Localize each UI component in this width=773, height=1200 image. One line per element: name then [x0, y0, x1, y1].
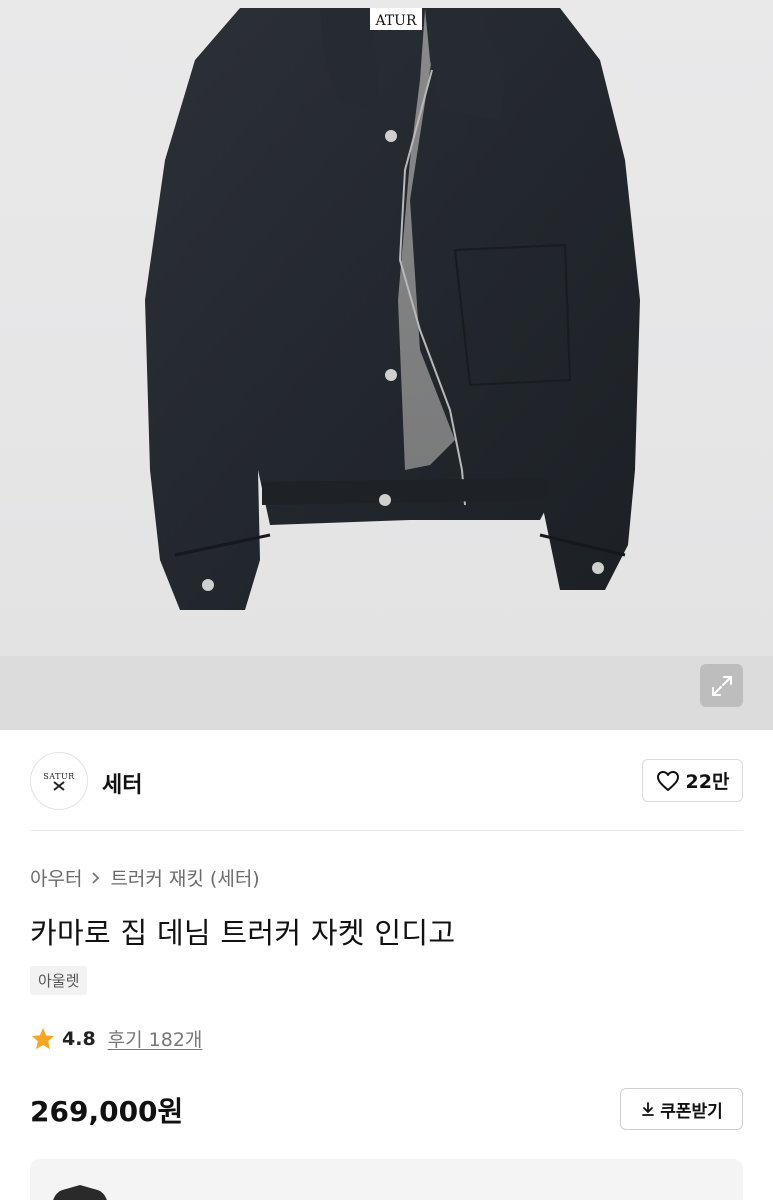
breadcrumb: 아우터 트러커 재킷 (세터)	[30, 864, 260, 891]
logo-mark-icon	[53, 780, 65, 791]
coupon-button[interactable]: 쿠폰받기	[620, 1088, 743, 1130]
breadcrumb-item-trucker[interactable]: 트러커 재킷 (세터)	[110, 864, 259, 891]
review-link[interactable]: 후기 182개	[108, 1025, 203, 1052]
expand-button[interactable]	[700, 664, 743, 707]
brand-logo-text: SATUR	[43, 771, 75, 781]
coupon-label: 쿠폰받기	[660, 1101, 723, 1122]
product-image[interactable]: ATUR	[0, 0, 773, 730]
brand-name[interactable]: 세터	[102, 767, 142, 799]
expand-icon	[711, 675, 732, 696]
divider	[30, 830, 743, 831]
star-icon	[31, 1027, 55, 1049]
download-icon	[642, 1102, 655, 1116]
product-title: 카마로 집 데님 트러커 자켓 인디고	[30, 916, 456, 950]
info-card	[30, 1159, 743, 1200]
rating: 4.8 후기 182개	[30, 1025, 202, 1052]
like-button[interactable]: 22만	[642, 759, 743, 802]
jacket-label-text: ATUR	[374, 13, 416, 29]
brand-row: SATUR 세터 22만	[0, 730, 773, 832]
heart-icon	[656, 770, 679, 791]
info-card-icon	[53, 1185, 107, 1200]
breadcrumb-item-outer[interactable]: 아우터	[30, 864, 82, 891]
jacket-image: ATUR	[145, 8, 640, 610]
outlet-tag: 아울렛	[30, 966, 88, 995]
price: 269,000원	[30, 1095, 184, 1128]
chevron-right-icon	[92, 871, 100, 884]
brand-logo[interactable]: SATUR	[30, 752, 88, 810]
rating-value: 4.8	[62, 1027, 96, 1050]
like-count: 22만	[685, 771, 730, 793]
image-bottom-band	[0, 656, 773, 730]
